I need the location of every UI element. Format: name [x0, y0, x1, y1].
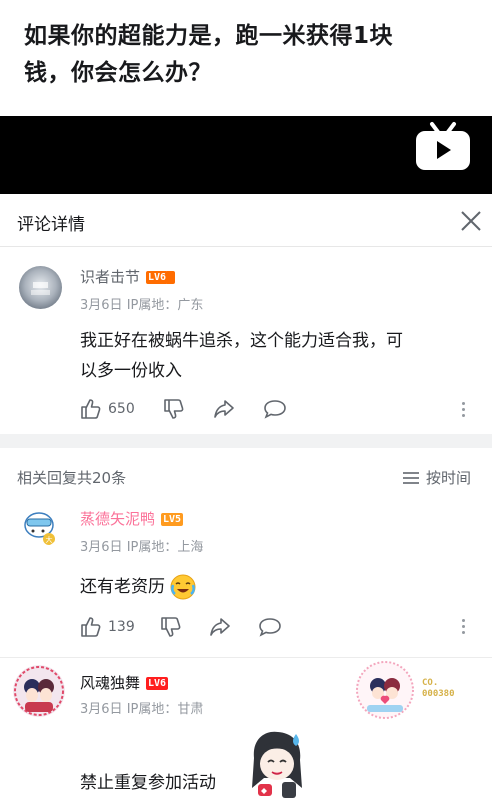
chat-bubble-icon	[259, 618, 281, 637]
share-button[interactable]	[209, 617, 231, 641]
share-button[interactable]	[213, 399, 235, 423]
lightning-icon	[167, 271, 176, 284]
comment-author-line: 识者击节 LV6	[80, 266, 176, 287]
divider	[0, 657, 492, 658]
more-options-icon[interactable]	[462, 619, 466, 637]
panel-title: 评论详情	[17, 215, 85, 235]
avatar[interactable]	[19, 266, 62, 309]
username[interactable]: 风魂独舞	[80, 674, 140, 692]
thumbs-down-icon	[161, 617, 181, 637]
username[interactable]: 蒸德矢泥鸭	[80, 510, 155, 528]
reply-meta: 3月6日 IP属地：甘肃	[80, 698, 203, 717]
svg-text:大: 大	[46, 535, 53, 544]
divider	[0, 246, 492, 247]
fan-badge-number: CO. 000380	[422, 678, 455, 700]
sort-by-time-button[interactable]: 按时间	[402, 467, 471, 488]
video-title: 如果你的超能力是，跑一米获得1块 钱，你会怎么办？	[24, 18, 474, 92]
reply-ip: IP属地：上海	[126, 540, 204, 555]
comment-meta: 3月6日 IP属地：广东	[80, 294, 203, 313]
video-title-line2: 钱，你会怎么办？	[24, 60, 212, 86]
close-icon[interactable]	[459, 209, 483, 233]
bilibili-tv-icon[interactable]	[414, 120, 472, 172]
reply-count: 相关回复共20条	[17, 469, 127, 487]
avatar[interactable]	[13, 665, 65, 717]
video-title-line1: 如果你的超能力是，跑一米获得1块	[24, 23, 394, 49]
comment-ip: IP属地：广东	[126, 298, 204, 313]
reply-date: 3月6日	[80, 702, 123, 717]
crying-laugh-emoji-icon	[170, 574, 196, 600]
anime-girl-sticker-icon	[246, 728, 308, 800]
level-badge: LV6	[146, 271, 169, 284]
thumbs-up-icon	[81, 399, 101, 419]
section-gap	[0, 434, 492, 448]
reply-author-line: 风魂独舞 LV6	[80, 672, 169, 693]
reply-button[interactable]	[258, 617, 282, 641]
comment-text: 我正好在被蜗牛追杀，这个能力适合我，可 以多一份收入	[80, 326, 480, 386]
share-icon	[214, 400, 234, 418]
more-options-icon[interactable]	[462, 402, 466, 420]
level-badge: LV5	[161, 513, 184, 526]
share-icon	[210, 618, 230, 636]
sort-lines-icon	[403, 471, 419, 484]
fan-badge-avatar	[355, 660, 415, 720]
comment-text-line1: 我正好在被蜗牛追杀，这个能力适合我，可	[80, 331, 403, 351]
like-button[interactable]: 139	[80, 616, 135, 638]
thumbs-up-icon	[81, 617, 101, 637]
comment-date: 3月6日	[80, 298, 123, 313]
avatar[interactable]: 大	[17, 504, 61, 548]
like-count: 650	[108, 401, 135, 417]
username[interactable]: 识者击节	[80, 268, 140, 286]
reply-meta: 3月6日 IP属地：上海	[80, 536, 203, 555]
chat-bubble-icon	[264, 400, 286, 419]
reply-author-line: 蒸德矢泥鸭 LV5	[80, 508, 184, 529]
comment-text-line2: 以多一份收入	[80, 361, 182, 381]
dislike-button[interactable]	[160, 616, 182, 642]
like-count: 139	[108, 619, 135, 635]
reply-text-content: 还有老资历	[80, 577, 165, 597]
reply-text-content: 禁止重复参加活动	[80, 773, 216, 793]
reply-button[interactable]	[263, 399, 287, 423]
reply-date: 3月6日	[80, 540, 123, 555]
reply-text: 还有老资历	[80, 572, 197, 602]
reply-ip: IP属地：甘肃	[126, 702, 204, 717]
fan-badge-line1: CO.	[422, 678, 439, 688]
fan-badge-line2: 000380	[422, 689, 455, 699]
sort-label: 按时间	[426, 469, 472, 487]
like-button[interactable]: 650	[80, 398, 135, 420]
thumbs-down-icon	[164, 399, 184, 419]
dislike-button[interactable]	[163, 398, 185, 424]
level-badge: LV6	[146, 677, 169, 690]
